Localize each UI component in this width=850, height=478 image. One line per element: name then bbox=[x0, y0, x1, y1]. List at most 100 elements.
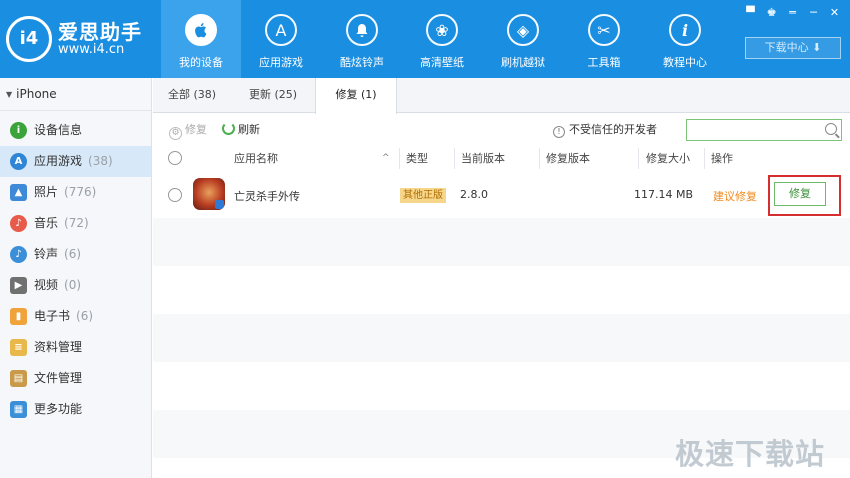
sidebar: ▼ iPhone i 设备信息 A 应用游戏 (38) ▲ 照片 (776) ♪ 音乐… bbox=[0, 78, 152, 478]
main-panel: 全部 (38) 更新 (25) 修复 (1) ⚙ 修复 刷新 ! 不受信任的开发者 … bbox=[153, 78, 850, 478]
tab-update[interactable]: 更新 (25) bbox=[231, 78, 315, 113]
book-icon: ▮ bbox=[10, 308, 27, 325]
bell-icon: ♪ bbox=[10, 246, 27, 263]
untrusted-developer-link[interactable]: ! 不受信任的开发者 bbox=[553, 122, 657, 138]
device-name: iPhone bbox=[16, 87, 57, 101]
table-row-empty bbox=[153, 266, 850, 314]
exclamation-icon: ! bbox=[553, 126, 565, 138]
col-repair-size[interactable]: 修复大小 bbox=[638, 148, 704, 169]
sidebar-item-data-management[interactable]: ≡ 资料管理 bbox=[0, 332, 151, 363]
window-controls: ▀ ♚ ═ ─ ✕ bbox=[743, 4, 842, 20]
sidebar-item-count: (6) bbox=[76, 309, 94, 323]
sidebar-list: i 设备信息 A 应用游戏 (38) ▲ 照片 (776) ♪ 音乐 (72) ♪ 铃… bbox=[0, 111, 151, 425]
logo-url: www.i4.cn bbox=[58, 42, 125, 57]
sort-up-icon[interactable]: ^ bbox=[382, 148, 390, 169]
search-input[interactable] bbox=[687, 120, 817, 140]
sidebar-item-more-features[interactable]: ▦ 更多功能 bbox=[0, 394, 151, 425]
close-icon[interactable]: ✕ bbox=[827, 5, 842, 20]
sidebar-item-label: 视频 bbox=[34, 278, 59, 292]
nav-toolbox[interactable]: ✂ 工具箱 bbox=[564, 0, 644, 78]
sidebar-item-ebooks[interactable]: ▮ 电子书 (6) bbox=[0, 301, 151, 332]
sidebar-item-count: (776) bbox=[64, 185, 97, 199]
sidebar-item-photos[interactable]: ▲ 照片 (776) bbox=[0, 177, 151, 208]
flower-icon: ❀ bbox=[426, 14, 458, 46]
col-repair-version[interactable]: 修复版本 bbox=[539, 148, 638, 169]
sidebar-item-apps-games[interactable]: A 应用游戏 (38) bbox=[0, 146, 151, 177]
app-icon bbox=[193, 178, 225, 210]
repair-size: 117.14 MB bbox=[634, 188, 694, 201]
nav-label: 应用游戏 bbox=[259, 56, 303, 69]
nav-tutorials[interactable]: i 教程中心 bbox=[645, 0, 725, 78]
nav-apps-games[interactable]: A 应用游戏 bbox=[241, 0, 321, 78]
sidebar-item-label: 更多功能 bbox=[34, 402, 83, 416]
row-checkbox[interactable] bbox=[168, 188, 182, 202]
sidebar-item-label: 音乐 bbox=[34, 216, 59, 230]
col-current-version[interactable]: 当前版本 bbox=[454, 148, 539, 169]
info-icon: i bbox=[669, 14, 701, 46]
table-row-empty bbox=[153, 314, 850, 362]
nav-label: 我的设备 bbox=[179, 56, 223, 69]
col-app-name[interactable]: 应用名称 bbox=[228, 148, 278, 169]
search-box[interactable] bbox=[686, 119, 842, 141]
download-center-button[interactable]: 下载中心 ⬇ bbox=[745, 37, 841, 59]
repair-toolbar-button[interactable]: ⚙ 修复 bbox=[169, 122, 207, 140]
repair-toolbar-label: 修复 bbox=[185, 123, 207, 136]
nav-label: 工具箱 bbox=[587, 56, 621, 69]
nav-label: 刷机越狱 bbox=[501, 56, 545, 69]
more-icon: ▦ bbox=[10, 401, 27, 418]
triangle-down-icon: ▼ bbox=[6, 90, 13, 99]
sidebar-item-file-management[interactable]: ▤ 文件管理 bbox=[0, 363, 151, 394]
watermark: 极速下载站 bbox=[675, 437, 826, 471]
sidebar-item-label: 铃声 bbox=[34, 247, 59, 261]
nav-wallpapers[interactable]: ❀ 高清壁纸 bbox=[402, 0, 482, 78]
sidebar-item-label: 照片 bbox=[34, 185, 59, 199]
sidebar-item-label: 设备信息 bbox=[34, 123, 83, 137]
tab-all[interactable]: 全部 (38) bbox=[153, 78, 231, 113]
apple-icon bbox=[185, 14, 217, 46]
nav-my-device[interactable]: 我的设备 bbox=[161, 0, 241, 78]
suggest-repair-link[interactable]: 建议修复 bbox=[713, 188, 757, 204]
nav-label: 高清壁纸 bbox=[420, 56, 464, 69]
logo-mark: i4 bbox=[6, 16, 52, 62]
minimize-icon[interactable]: ─ bbox=[806, 5, 821, 20]
nav-ringtones[interactable]: 酷炫铃声 bbox=[322, 0, 402, 78]
nav-flash-jailbreak[interactable]: ◈ 刷机越狱 bbox=[483, 0, 563, 78]
dropbox-icon: ◈ bbox=[507, 14, 539, 46]
app-logo: i4 爱思助手 www.i4.cn bbox=[6, 14, 156, 64]
sidebar-item-label: 文件管理 bbox=[34, 371, 83, 385]
refresh-label: 刷新 bbox=[238, 123, 260, 136]
app-store-icon: A bbox=[10, 153, 27, 170]
tab-repair[interactable]: 修复 (1) bbox=[315, 78, 397, 114]
select-all-checkbox[interactable] bbox=[168, 151, 182, 165]
sidebar-item-device-info[interactable]: i 设备信息 bbox=[0, 115, 151, 146]
tools-icon: ✂ bbox=[588, 14, 620, 46]
table-row-empty bbox=[153, 218, 850, 266]
sidebar-item-label: 电子书 bbox=[34, 309, 71, 323]
type-badge: 其他正版 bbox=[400, 188, 446, 203]
col-type[interactable]: 类型 bbox=[399, 148, 454, 169]
refresh-icon bbox=[222, 122, 235, 135]
sidebar-item-ringtones[interactable]: ♪ 铃声 (6) bbox=[0, 239, 151, 270]
video-icon: ▶ bbox=[10, 277, 27, 294]
app-store-icon: A bbox=[265, 14, 297, 46]
nav-label: 教程中心 bbox=[663, 56, 707, 69]
device-selector[interactable]: ▼ iPhone bbox=[0, 78, 151, 111]
refresh-button[interactable]: 刷新 bbox=[222, 122, 260, 138]
skin-icon[interactable]: ♚ bbox=[764, 5, 779, 20]
sidebar-item-videos[interactable]: ▶ 视频 (0) bbox=[0, 270, 151, 301]
table-header: 应用名称 ^ 类型 当前版本 修复版本 修复大小 操作 bbox=[153, 148, 850, 169]
feedback-icon[interactable]: ▀ bbox=[743, 5, 758, 20]
sidebar-item-count: (6) bbox=[64, 247, 82, 261]
search-icon[interactable] bbox=[825, 123, 837, 135]
wrench-icon: ⚙ bbox=[169, 127, 182, 140]
col-action: 操作 bbox=[704, 148, 764, 169]
sidebar-item-music[interactable]: ♪ 音乐 (72) bbox=[0, 208, 151, 239]
sidebar-item-label: 应用游戏 bbox=[34, 154, 83, 168]
contacts-icon: ≡ bbox=[10, 339, 27, 356]
toolbar: ⚙ 修复 刷新 ! 不受信任的开发者 bbox=[153, 114, 850, 148]
sidebar-item-label: 资料管理 bbox=[34, 340, 83, 354]
music-icon: ♪ bbox=[10, 215, 27, 232]
sidebar-item-count: (72) bbox=[64, 216, 89, 230]
tab-bar: 全部 (38) 更新 (25) 修复 (1) bbox=[153, 78, 850, 114]
menu-icon[interactable]: ═ bbox=[785, 5, 800, 20]
